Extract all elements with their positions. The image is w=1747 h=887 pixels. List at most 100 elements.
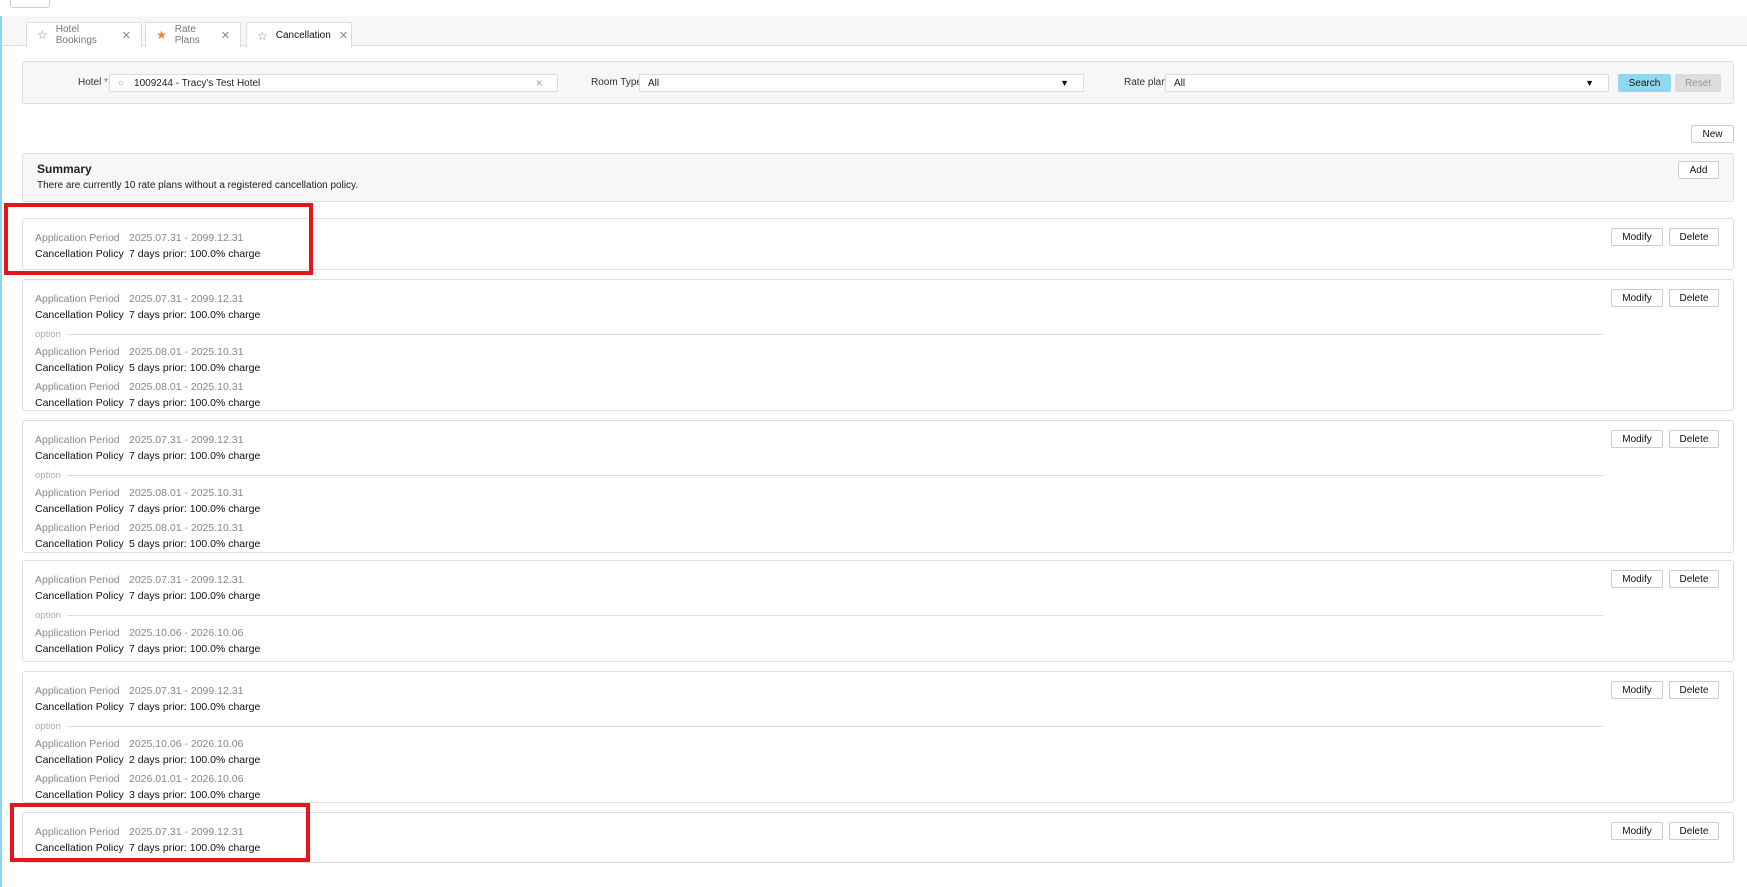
tab-hotel-bookings[interactable]: ☆ Hotel Bookings ✕	[26, 22, 142, 47]
field-value: 2025.08.01 - 2025.10.31	[129, 381, 244, 393]
rate-plan-select[interactable]: All ▼	[1165, 74, 1609, 92]
field-label: Application Period	[35, 627, 120, 639]
field-label: Application Period	[35, 773, 120, 785]
delete-button[interactable]: Delete	[1669, 289, 1719, 307]
room-type-value: All	[648, 77, 660, 89]
new-button[interactable]: New	[1691, 125, 1734, 143]
clear-icon[interactable]: ✕	[535, 78, 543, 89]
room-type-select[interactable]: All ▼	[639, 74, 1084, 92]
field-value: 2025.07.31 - 2099.12.31	[129, 685, 244, 697]
field-label: Cancellation Policy	[35, 701, 124, 713]
option-divider: option	[35, 718, 1603, 734]
application-period-row: Application Period 2025.07.31 - 2099.12.3…	[35, 572, 1721, 588]
field-value: 2025.08.01 - 2025.10.31	[129, 346, 244, 358]
dropdown-caret-icon: ▼	[1060, 78, 1069, 88]
tab-rate-plans[interactable]: ★ Rate Plans ✕	[145, 22, 241, 47]
room-type-label: Room Type	[591, 77, 642, 88]
cancellation-policy-card: Application Period 2025.07.31 - 2099.12.3…	[22, 671, 1734, 803]
field-label: Application Period	[35, 522, 120, 534]
summary-panel: Summary There are currently 10 rate plan…	[22, 153, 1734, 202]
sidebar-edge	[0, 16, 2, 887]
search-button[interactable]: Search	[1618, 74, 1671, 92]
modify-button[interactable]: Modify	[1611, 822, 1663, 840]
star-filled-icon[interactable]: ★	[156, 28, 167, 42]
close-icon[interactable]: ✕	[221, 29, 230, 42]
menu-button[interactable]	[10, 0, 50, 8]
field-value: 5 days prior: 100.0% charge	[129, 362, 261, 374]
cancellation-policy-row: Cancellation Policy 7 days prior: 100.0% …	[35, 448, 1721, 464]
hotel-value: 1009244 - Tracy's Test Hotel	[134, 77, 261, 89]
modify-button[interactable]: Modify	[1611, 430, 1663, 448]
field-label: Cancellation Policy	[35, 643, 124, 655]
top-bar	[0, 0, 1747, 16]
delete-button[interactable]: Delete	[1669, 430, 1719, 448]
field-value: 5 days prior: 100.0% charge	[129, 538, 261, 550]
field-label: Application Period	[35, 346, 120, 358]
star-icon[interactable]: ☆	[257, 29, 268, 43]
cancellation-policy-row: Cancellation Policy 7 days prior: 100.0% …	[35, 307, 1721, 323]
highlight-box	[10, 803, 310, 862]
application-period-row: Application Period 2025.08.01 - 2025.10.3…	[35, 344, 1721, 360]
application-period-row: Application Period 2025.10.06 - 2026.10.0…	[35, 736, 1721, 752]
cancellation-policy-card: Application Period 2025.07.31 - 2099.12.3…	[22, 560, 1734, 662]
delete-button[interactable]: Delete	[1669, 570, 1719, 588]
cancellation-policy-row: Cancellation Policy 2 days prior: 100.0% …	[35, 752, 1721, 768]
hotel-search-input[interactable]: ○ 1009244 - Tracy's Test Hotel ✕	[109, 74, 558, 92]
dropdown-caret-icon: ▼	[1585, 78, 1594, 88]
field-label: Application Period	[35, 293, 120, 305]
field-label: Cancellation Policy	[35, 503, 124, 515]
close-icon[interactable]: ✕	[339, 29, 348, 42]
application-period-row: Application Period 2026.01.01 - 2026.10.0…	[35, 771, 1721, 787]
reset-button[interactable]: Reset	[1675, 74, 1721, 92]
modify-button[interactable]: Modify	[1611, 681, 1663, 699]
field-value: 7 days prior: 100.0% charge	[129, 309, 261, 321]
cancellation-policy-row: Cancellation Policy 7 days prior: 100.0% …	[35, 501, 1721, 517]
field-label: Application Period	[35, 487, 120, 499]
field-value: 7 days prior: 100.0% charge	[129, 643, 261, 655]
field-value: 2025.10.06 - 2026.10.06	[129, 738, 244, 750]
cancellation-policy-card: Application Period 2025.07.31 - 2099.12.3…	[22, 420, 1734, 553]
field-label: Cancellation Policy	[35, 362, 124, 374]
application-period-row: Application Period 2025.08.01 - 2025.10.3…	[35, 520, 1721, 536]
field-value: 7 days prior: 100.0% charge	[129, 590, 261, 602]
star-icon[interactable]: ☆	[37, 28, 48, 42]
field-label: Cancellation Policy	[35, 450, 124, 462]
option-label: option	[35, 328, 61, 340]
cancellation-policy-row: Cancellation Policy 5 days prior: 100.0% …	[35, 360, 1721, 376]
delete-button[interactable]: Delete	[1669, 681, 1719, 699]
rate-plan-label: Rate plan	[1124, 77, 1167, 88]
highlight-box	[4, 203, 313, 275]
add-button[interactable]: Add	[1678, 161, 1719, 179]
option-label: option	[35, 609, 61, 621]
tab-bar: ☆ Hotel Bookings ✕ ★ Rate Plans ✕ ☆ Cancellat…	[2, 16, 1747, 48]
hotel-label: Hotel *	[78, 77, 109, 88]
option-label: option	[35, 720, 61, 732]
field-label: Cancellation Policy	[35, 397, 124, 409]
application-period-row: Application Period 2025.07.31 - 2099.12.3…	[35, 291, 1721, 307]
modify-button[interactable]: Modify	[1611, 289, 1663, 307]
rate-plan-value: All	[1174, 77, 1186, 89]
tab-cancellation[interactable]: ☆ Cancellation ✕	[246, 22, 352, 48]
field-value: 7 days prior: 100.0% charge	[129, 503, 261, 515]
field-value: 2025.08.01 - 2025.10.31	[129, 487, 244, 499]
field-value: 2 days prior: 100.0% charge	[129, 754, 261, 766]
cancellation-policy-row: Cancellation Policy 7 days prior: 100.0% …	[35, 588, 1721, 604]
delete-button[interactable]: Delete	[1669, 822, 1719, 840]
modify-button[interactable]: Modify	[1611, 570, 1663, 588]
option-divider: option	[35, 607, 1603, 623]
application-period-row: Application Period 2025.08.01 - 2025.10.3…	[35, 485, 1721, 501]
option-divider: option	[35, 326, 1603, 342]
delete-button[interactable]: Delete	[1669, 228, 1719, 246]
modify-button[interactable]: Modify	[1611, 228, 1663, 246]
application-period-row: Application Period 2025.10.06 - 2026.10.0…	[35, 625, 1721, 641]
close-icon[interactable]: ✕	[122, 29, 131, 42]
tab-label: Cancellation	[275, 30, 331, 41]
search-icon: ○	[118, 77, 125, 89]
tab-label: Rate Plans	[174, 24, 200, 46]
field-value: 3 days prior: 100.0% charge	[129, 789, 261, 801]
application-period-row: Application Period 2025.07.31 - 2099.12.3…	[35, 683, 1721, 699]
cancellation-policy-row: Cancellation Policy 7 days prior: 100.0% …	[35, 699, 1721, 715]
option-divider: option	[35, 467, 1603, 483]
field-label: Cancellation Policy	[35, 309, 124, 321]
field-value: 2025.08.01 - 2025.10.31	[129, 522, 244, 534]
